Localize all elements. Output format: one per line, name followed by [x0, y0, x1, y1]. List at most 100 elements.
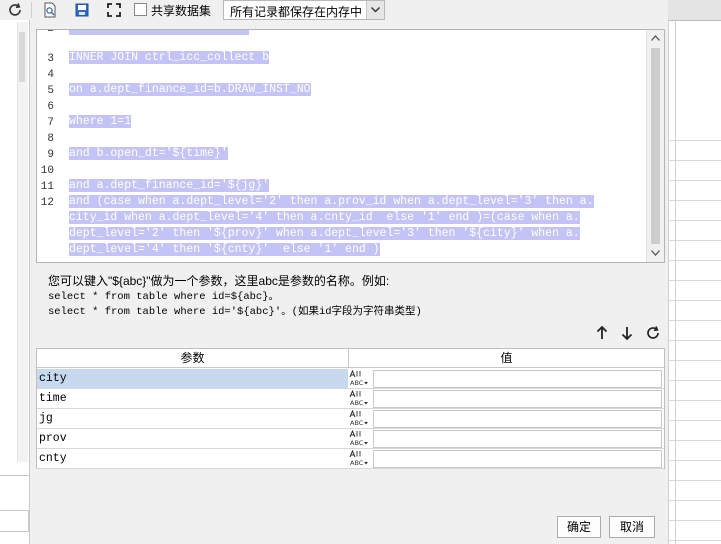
line-number-gutter: 2 3 4 5 6 7 8 9 10 11 12	[37, 30, 63, 262]
parameter-table: 参数 值 city ABC time ABC jg ABC prov ABC c…	[36, 348, 665, 469]
svg-text:ABC: ABC	[350, 439, 364, 447]
sheet-row-line	[668, 440, 721, 441]
line-number: 12	[40, 197, 54, 209]
line-number: 10	[40, 165, 54, 177]
param-name[interactable]: jg	[37, 409, 348, 428]
svg-text:ABC: ABC	[350, 459, 364, 467]
code-line: on a.dept_finance_id=b.DRAW_INST_NO	[69, 83, 311, 96]
svg-text:ABC: ABC	[350, 379, 364, 387]
sheet-row-line	[668, 500, 721, 501]
code-line: and (case when a.dept_level='2' then a.p…	[69, 195, 594, 208]
sheet-row-line	[668, 420, 721, 421]
sheet-column-line	[675, 20, 676, 544]
code-line: and b.open_dt='${time}'	[69, 147, 228, 160]
ok-button[interactable]: 确定	[557, 516, 601, 538]
param-value-input[interactable]	[373, 370, 662, 388]
sheet-row-line	[668, 360, 721, 361]
sheet-row-line	[668, 140, 721, 141]
sheet-row-line	[668, 300, 721, 301]
scroll-down-icon[interactable]	[647, 245, 664, 261]
param-value-input[interactable]	[373, 390, 662, 408]
move-up-icon[interactable]	[595, 325, 609, 341]
line-number: 2	[47, 29, 54, 35]
table-row[interactable]: city ABC	[37, 369, 664, 389]
sheet-row-line	[668, 160, 721, 161]
code-line: where 1=1	[69, 115, 132, 128]
table-row[interactable]: time ABC	[37, 389, 664, 409]
param-value-input[interactable]	[373, 430, 662, 448]
code-line: and a.dept_finance_id='${jg}'	[69, 179, 270, 192]
svg-text:ABC: ABC	[350, 419, 364, 427]
share-dataset-checkbox[interactable]	[134, 3, 147, 16]
sheet-row-line	[668, 340, 721, 341]
param-name[interactable]: cnty	[37, 449, 348, 468]
table-row[interactable]: prov ABC	[37, 429, 664, 449]
move-down-icon[interactable]	[620, 325, 634, 341]
refresh-icon[interactable]	[6, 1, 24, 18]
table-row[interactable]: jg ABC	[37, 409, 664, 429]
left-panel-field[interactable]	[0, 510, 29, 532]
line-number: 5	[47, 85, 54, 97]
sheet-row-line	[668, 480, 721, 481]
code-line	[69, 30, 249, 35]
left-panel-divider	[0, 475, 29, 476]
export-icon[interactable]	[73, 1, 91, 18]
sql-editor[interactable]: 2 3 4 5 6 7 8 9 10 11 12 INNER JOIN ctrl…	[36, 29, 665, 263]
column-header-param: 参数	[37, 349, 349, 368]
param-name[interactable]: city	[37, 369, 348, 388]
param-value-input[interactable]	[373, 410, 662, 428]
sheet-row-line	[668, 380, 721, 381]
param-name[interactable]: time	[37, 389, 348, 408]
line-number: 7	[47, 117, 54, 129]
line-number: 4	[47, 69, 54, 81]
memory-mode-select[interactable]: 所有记录都保存在内存中	[223, 0, 385, 20]
scroll-up-icon[interactable]	[647, 30, 664, 46]
code-line: dept_level='4' then '${cnty}' else '1' e…	[69, 243, 380, 256]
sheet-border	[668, 20, 669, 544]
chevron-down-icon[interactable]	[366, 1, 384, 19]
fullscreen-icon[interactable]	[105, 1, 123, 18]
preview-icon[interactable]	[41, 1, 59, 18]
string-type-icon[interactable]: ABC	[349, 369, 369, 387]
left-panel-scrollbar[interactable]	[17, 22, 28, 462]
editor-scrollbar[interactable]	[646, 30, 664, 262]
sheet-row-line	[668, 540, 721, 541]
sheet-row-line	[668, 180, 721, 181]
code-line: dept_level='2' then '${prov}' when a.dep…	[69, 227, 580, 240]
toolbar-separator	[31, 2, 32, 18]
code-line: INNER JOIN ctrl_icc_collect b	[69, 51, 270, 64]
left-panel	[0, 20, 30, 544]
parameter-hint-example: select * from table where id='${abc}'。(如…	[48, 306, 422, 318]
line-number: 6	[47, 101, 54, 113]
line-number: 9	[47, 149, 54, 161]
svg-text:ABC: ABC	[350, 399, 364, 407]
share-dataset-label: 共享数据集	[151, 4, 212, 18]
string-type-icon[interactable]: ABC	[349, 389, 369, 407]
param-value-input[interactable]	[373, 450, 662, 468]
param-name[interactable]: prov	[37, 429, 348, 448]
sheet-row-line	[668, 460, 721, 461]
editor-scroll-thumb[interactable]	[651, 48, 660, 244]
column-header-value: 值	[349, 349, 664, 368]
line-number: 3	[47, 53, 54, 65]
string-type-icon[interactable]: ABC	[349, 449, 369, 467]
sheet-row-line	[668, 260, 721, 261]
sheet-row-line	[668, 520, 721, 521]
background-sheet	[668, 0, 721, 544]
cancel-button[interactable]: 取消	[609, 516, 655, 538]
sheet-row-line	[668, 200, 721, 201]
left-panel-scroll-thumb[interactable]	[19, 32, 25, 82]
parameter-hint: 您可以键入"${abc}"做为一个参数，这里abc是参数的名称。例如:	[48, 274, 390, 288]
sheet-row-line	[668, 280, 721, 281]
string-type-icon[interactable]: ABC	[349, 429, 369, 447]
refresh-params-icon[interactable]	[645, 325, 661, 341]
line-number: 11	[40, 181, 54, 193]
sheet-row-line	[668, 320, 721, 321]
string-type-icon[interactable]: ABC	[349, 409, 369, 427]
line-number: 8	[47, 133, 54, 145]
table-row[interactable]: cnty ABC	[37, 449, 664, 469]
sheet-header-band	[668, 0, 721, 21]
code-line: city_id when a.dept_level='4' then a.cnt…	[69, 211, 580, 224]
sheet-row-line	[668, 400, 721, 401]
memory-mode-value: 所有记录都保存在内存中	[230, 5, 363, 19]
